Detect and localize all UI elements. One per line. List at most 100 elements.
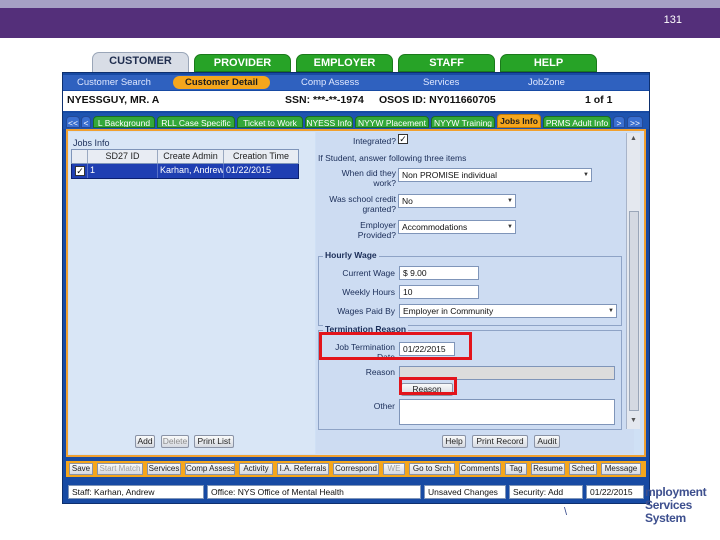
activity-button[interactable]: Activity bbox=[239, 463, 273, 475]
hourly-wage-title: Hourly Wage bbox=[323, 250, 379, 260]
scroll-up-icon[interactable]: ▲ bbox=[630, 135, 637, 142]
status-office: Office: NYS Office of Mental Health bbox=[207, 485, 421, 499]
tab-nav-last[interactable]: >> bbox=[627, 116, 643, 128]
tab-nyess-info[interactable]: NYESS Info bbox=[305, 116, 353, 128]
tab-prms-adult-info[interactable]: PRMS Adult Info bbox=[543, 116, 611, 128]
column-header-create-admin[interactable]: Create Admin bbox=[158, 150, 224, 163]
comp-assess-button[interactable]: Comp Assess bbox=[185, 463, 235, 475]
tag-button[interactable]: Tag bbox=[505, 463, 527, 475]
ia-referrals-button[interactable]: I.A. Referrals bbox=[277, 463, 329, 475]
scroll-down-icon[interactable]: ▼ bbox=[630, 417, 637, 424]
print-record-button[interactable]: Print Record bbox=[472, 435, 528, 448]
employer-provided-label: Employer Provided? bbox=[357, 220, 396, 240]
message-button[interactable]: Message bbox=[601, 463, 641, 475]
save-button[interactable]: Save bbox=[69, 463, 93, 475]
slide: 131 CUSTOMER PROVIDER EMPLOYER STAFF HEL… bbox=[0, 0, 720, 540]
tab-l-background[interactable]: L Background bbox=[93, 116, 155, 128]
go-to-search-button[interactable]: Go to Srch bbox=[409, 463, 455, 475]
row-select-cell: ✓ bbox=[72, 164, 88, 178]
slide-top-stripe bbox=[0, 0, 720, 8]
help-button[interactable]: Help bbox=[442, 435, 466, 448]
tab-employer[interactable]: EMPLOYER bbox=[296, 54, 393, 72]
customer-name: NYESSGUY, MR. A bbox=[67, 94, 160, 106]
comments-button[interactable]: Comments bbox=[459, 463, 501, 475]
record-pager: 1 of 1 bbox=[585, 94, 613, 106]
tab-nav-next[interactable]: > bbox=[613, 116, 625, 128]
slide-number: 131 bbox=[663, 14, 682, 26]
nav-comp-assess[interactable]: Comp Assess bbox=[301, 76, 359, 89]
correspond-button[interactable]: Correspond bbox=[333, 463, 379, 475]
nav-jobzone[interactable]: JobZone bbox=[528, 76, 565, 89]
hourly-wage-group: Hourly Wage Current Wage $ 9.00 Weekly H… bbox=[318, 250, 622, 326]
highlight-reason-button bbox=[399, 377, 457, 395]
action-bar: Save Start Match Services Comp Assess Ac… bbox=[66, 461, 646, 477]
tab-customer[interactable]: CUSTOMER bbox=[92, 52, 189, 72]
cell-creation-time: 01/22/2015 bbox=[226, 165, 272, 175]
logo-mark-icon: \ bbox=[564, 506, 568, 518]
start-match-button[interactable]: Start Match bbox=[97, 463, 143, 475]
tab-help[interactable]: HELP bbox=[500, 54, 597, 72]
status-bar: Staff: Karhan, Andrew Office: NYS Office… bbox=[66, 485, 646, 499]
logo-line-2: Services System bbox=[645, 498, 692, 525]
when-work-select[interactable]: Non PROMISE individual bbox=[398, 168, 592, 182]
form-scrollbar[interactable]: ▲ ▼ bbox=[626, 133, 640, 429]
student-note: If Student, answer following three items bbox=[318, 153, 467, 163]
print-list-button[interactable]: Print List bbox=[194, 435, 234, 448]
customer-info-row: NYESSGUY, MR. A SSN: ***-**-1974 OSOS ID… bbox=[63, 91, 649, 111]
current-wage-label: Current Wage bbox=[342, 268, 395, 278]
audit-button[interactable]: Audit bbox=[534, 435, 560, 448]
weekly-hours-label: Weekly Hours bbox=[342, 287, 395, 297]
add-button[interactable]: Add bbox=[135, 435, 155, 448]
highlight-termination-date bbox=[319, 332, 472, 360]
tab-nyyw-placement[interactable]: NYYW Placement bbox=[355, 116, 429, 128]
column-header-creation-time[interactable]: Creation Time bbox=[224, 150, 298, 163]
nav-customer-detail[interactable]: Customer Detail bbox=[173, 76, 270, 89]
cell-create-admin: Karhan, Andrew bbox=[158, 164, 224, 178]
schedule-button[interactable]: Sched bbox=[569, 463, 597, 475]
weekly-hours-field[interactable]: 10 bbox=[399, 285, 479, 299]
reason-label: Reason bbox=[365, 367, 395, 377]
job-detail-form: Integrated? ✓ If Student, answer followi… bbox=[316, 132, 634, 454]
resume-button[interactable]: Resume bbox=[531, 463, 565, 475]
status-unsaved-changes: Unsaved Changes bbox=[424, 485, 506, 499]
wages-paid-by-select[interactable]: Employer in Community bbox=[399, 304, 617, 318]
select-column-header bbox=[72, 150, 88, 163]
nav-customer-search[interactable]: Customer Search bbox=[77, 76, 151, 89]
tab-nyyw-training[interactable]: NYYW Training bbox=[431, 116, 495, 128]
school-credit-select[interactable]: No bbox=[398, 194, 516, 208]
tab-ticket-to-work[interactable]: Ticket to Work bbox=[237, 116, 303, 128]
tab-staff[interactable]: STAFF bbox=[398, 54, 495, 72]
status-date: 01/22/2015 bbox=[586, 485, 644, 499]
employment-services-logo: mployment Services System bbox=[645, 486, 720, 525]
we-button[interactable]: WE bbox=[383, 463, 405, 475]
jobs-info-title: Jobs Info bbox=[73, 138, 110, 148]
customer-ssn: SSN: ***-**-1974 bbox=[285, 94, 364, 106]
sub-navigation: Customer Search Customer Detail Comp Ass… bbox=[63, 75, 649, 90]
tab-nav-first[interactable]: << bbox=[66, 116, 80, 128]
other-label: Other bbox=[373, 401, 395, 411]
jobs-grid: SD27 ID Create Admin Creation Time ✓ 1 K… bbox=[71, 149, 299, 179]
nav-services[interactable]: Services bbox=[423, 76, 459, 89]
row-checkbox[interactable]: ✓ bbox=[75, 166, 85, 176]
column-header-sd27-id[interactable]: SD27 ID bbox=[88, 150, 158, 163]
cell-sd27-id: 1 bbox=[88, 164, 158, 178]
when-work-label: When did they work? bbox=[341, 168, 396, 188]
integrated-label: Integrated? bbox=[352, 136, 396, 146]
app-window: Customer Search Customer Detail Comp Ass… bbox=[62, 72, 650, 504]
delete-button[interactable]: Delete bbox=[161, 435, 189, 448]
integrated-checkbox[interactable]: ✓ bbox=[398, 134, 408, 144]
school-credit-label: Was school credit granted? bbox=[329, 194, 396, 214]
tab-nav-prev[interactable]: < bbox=[81, 116, 91, 128]
other-textarea[interactable] bbox=[399, 399, 615, 425]
status-staff: Staff: Karhan, Andrew bbox=[68, 485, 204, 499]
current-wage-field[interactable]: $ 9.00 bbox=[399, 266, 479, 280]
tab-jobs-info[interactable]: Jobs Info bbox=[497, 114, 541, 128]
scroll-thumb[interactable] bbox=[629, 211, 639, 411]
employer-provided-select[interactable]: Accommodations bbox=[398, 220, 516, 234]
table-row[interactable]: ✓ 1 Karhan, Andrew 01/22/2015 bbox=[71, 164, 299, 179]
tab-rll-case-specific[interactable]: RLL Case Specific bbox=[157, 116, 235, 128]
jobs-grid-header: SD27 ID Create Admin Creation Time bbox=[71, 149, 299, 164]
tab-provider[interactable]: PROVIDER bbox=[194, 54, 291, 72]
services-button[interactable]: Services bbox=[147, 463, 181, 475]
slide-header-bar: 131 bbox=[0, 8, 720, 38]
